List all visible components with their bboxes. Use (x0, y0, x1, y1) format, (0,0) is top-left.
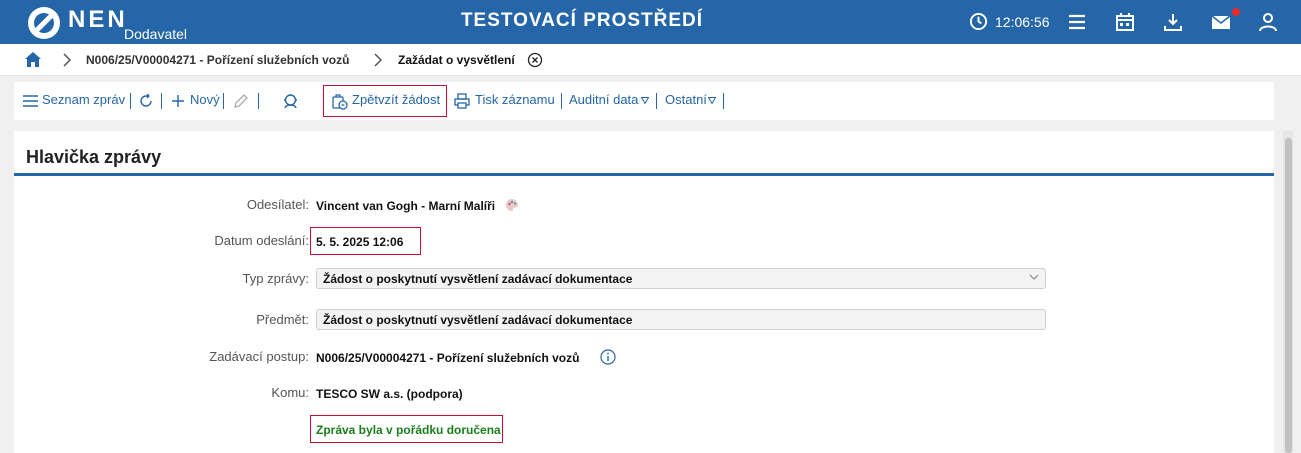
triangle-down-icon (641, 97, 649, 104)
user-icon[interactable] (1257, 11, 1279, 33)
breadcrumb: N006/25/V00004271 - Pořízení služebních … (0, 44, 1301, 76)
calendar-icon[interactable] (1114, 11, 1136, 33)
print-icon (454, 93, 470, 109)
panel-divider (14, 173, 1274, 176)
top-bar: NEN Dodavatel TESTOVACÍ PROSTŘEDÍ 12:06:… (0, 0, 1301, 44)
toolbar-divider (656, 93, 657, 109)
chevron-down-icon (1029, 274, 1039, 280)
delivery-status: Zpráva byla v pořádku doručena (316, 423, 501, 437)
subject-field[interactable]: Žádost o poskytnutí vysvětlení zadávací … (316, 309, 1046, 330)
list-icon (23, 95, 38, 107)
subject-value: Žádost o poskytnutí vysvětlení zadávací … (323, 313, 633, 327)
sent-date-value: 5. 5. 2025 12:06 (316, 235, 404, 249)
recipient-value: TESCO SW a.s. (podpora) (316, 387, 463, 401)
plus-icon (172, 95, 184, 107)
subject-label: Předmět: (256, 312, 309, 327)
withdraw-request-icon (332, 94, 348, 110)
other-dropdown[interactable]: Ostatní (665, 92, 707, 107)
recipient-label: Komu: (271, 385, 309, 400)
session-time: 12:06:56 (995, 14, 1050, 30)
triangle-down-icon (708, 97, 716, 104)
message-list-button[interactable]: Seznam zpráv (42, 92, 125, 107)
breadcrumb-procedure[interactable]: N006/25/V00004271 - Pořízení služebních … (86, 53, 349, 67)
clock-icon (969, 12, 988, 31)
audit-data-dropdown[interactable]: Auditní data (569, 92, 638, 107)
toolbar-divider (130, 93, 131, 109)
refresh-icon[interactable] (138, 93, 154, 109)
withdraw-request-button[interactable]: Zpětvzít žádost (352, 92, 440, 107)
message-header-panel: Hlavička zprávy Odesílatel: Vincent van … (14, 131, 1274, 453)
sender-label: Odesílatel: (246, 197, 309, 212)
download-icon[interactable] (1162, 11, 1184, 33)
new-button[interactable]: Nový (190, 92, 220, 107)
panel-title: Hlavička zprávy (26, 147, 162, 167)
mail-icon[interactable] (1210, 11, 1232, 33)
breadcrumb-current: Zažádat o vysvětlení (398, 53, 515, 67)
toolbar-divider (258, 93, 259, 109)
toolbar-divider (561, 93, 562, 109)
chevron-right-icon (374, 53, 383, 67)
close-icon[interactable] (527, 52, 543, 68)
sent-date-label: Datum odeslání: (214, 233, 309, 248)
pencil-icon (234, 94, 248, 108)
message-type-label: Typ zprávy: (242, 271, 309, 286)
toolbar-divider (723, 93, 724, 109)
support-icon[interactable] (282, 92, 299, 110)
palette-icon (506, 199, 518, 211)
message-type-value: Žádost o poskytnutí vysvětlení zadávací … (323, 272, 633, 286)
message-type-select[interactable]: Žádost o poskytnutí vysvětlení zadávací … (316, 268, 1046, 289)
print-record-button[interactable]: Tisk záznamu (475, 92, 555, 107)
info-icon[interactable] (600, 349, 616, 365)
home-icon[interactable] (24, 51, 42, 68)
toolbar-divider (223, 93, 224, 109)
scrollbar-thumb[interactable] (1285, 138, 1292, 453)
toolbar: Seznam zpráv Nový Zpětvzít žádost Tisk z… (14, 82, 1274, 120)
procedure-label: Zadávací postup: (209, 349, 309, 364)
procedure-value: N006/25/V00004271 - Pořízení služebních … (316, 351, 580, 365)
menu-icon[interactable] (1066, 11, 1088, 33)
notification-badge (1232, 8, 1240, 16)
chevron-right-icon (63, 53, 72, 67)
environment-title: TESTOVACÍ PROSTŘEDÍ (460, 10, 704, 31)
toolbar-divider (161, 93, 162, 109)
sender-value: Vincent van Gogh - Marní Malíři (316, 199, 496, 213)
